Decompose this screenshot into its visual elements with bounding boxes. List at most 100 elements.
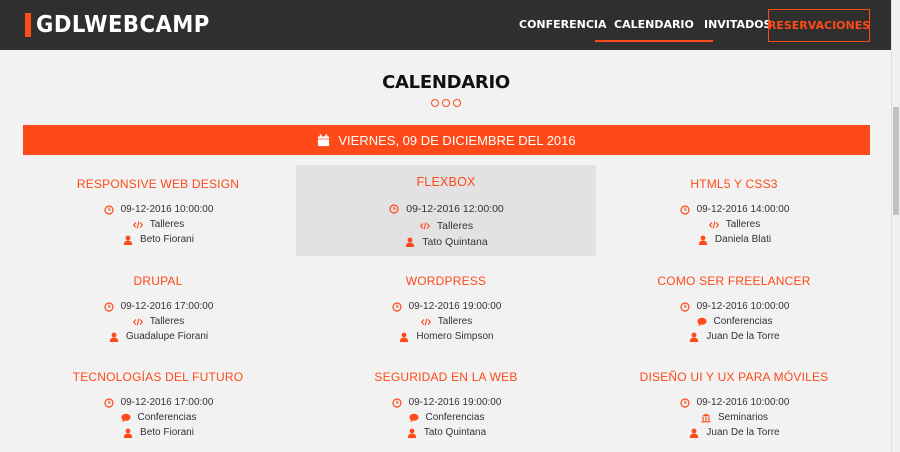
clock-icon — [103, 397, 115, 409]
event-time: 09-12-2016 10:00:00 — [584, 395, 884, 410]
user-icon — [122, 427, 134, 439]
nav-item-invitados[interactable]: INVITADOS — [704, 0, 771, 50]
event-speaker-name: Beto Fiorani — [140, 234, 194, 245]
event-category-label: Seminarios — [717, 412, 769, 423]
event-datetime: 09-12-2016 19:00:00 — [408, 397, 502, 408]
event-datetime: 09-12-2016 10:00:00 — [696, 397, 790, 408]
event-title[interactable]: COMO SER FREELANCER — [584, 274, 884, 288]
event-datetime: 09-12-2016 19:00:00 — [408, 301, 502, 312]
event-card[interactable]: DISEÑO UI Y UX PARA MÓVILES 09-12-2016 10… — [584, 370, 884, 440]
page-title: CALENDARIO — [382, 72, 510, 93]
event-card[interactable]: HTML5 Y CSS3 09-12-2016 14:00:00 Talleres D… — [584, 177, 884, 247]
university-icon — [700, 412, 712, 424]
event-speaker-name: Guadalupe Fiorani — [125, 331, 209, 342]
clock-icon — [679, 397, 691, 409]
event-speaker: Tato Quintana — [296, 234, 596, 250]
event-title[interactable]: TECNOLOGÍAS DEL FUTURO — [8, 370, 308, 384]
event-speaker-name: Beto Fiorani — [140, 427, 194, 438]
scrollbar[interactable] — [891, 0, 900, 452]
nav-item-calendario[interactable]: CALENDARIO — [595, 0, 713, 50]
event-time: 09-12-2016 10:00:00 — [8, 202, 308, 217]
event-card[interactable]: RESPONSIVE WEB DESIGN 09-12-2016 10:00:00… — [8, 177, 308, 247]
event-category: Talleres — [584, 217, 884, 232]
user-icon — [122, 234, 134, 246]
event-datetime: 09-12-2016 10:00:00 — [696, 301, 790, 312]
event-title[interactable]: FLEXBOX — [296, 175, 596, 189]
event-datetime: 09-12-2016 12:00:00 — [406, 203, 504, 215]
event-category: Conferencias — [296, 410, 596, 425]
event-time: 09-12-2016 19:00:00 — [296, 299, 596, 314]
circle-icon — [431, 99, 439, 107]
event-category: Talleres — [8, 314, 308, 329]
code-icon — [132, 316, 144, 328]
clock-icon — [388, 203, 400, 215]
event-time: 09-12-2016 14:00:00 — [584, 202, 884, 217]
reservaciones-button[interactable]: RESERVACIONES — [768, 9, 870, 42]
event-datetime: 09-12-2016 14:00:00 — [696, 204, 790, 215]
event-title[interactable]: DRUPAL — [8, 274, 308, 288]
nav-item-conferencia[interactable]: CONFERENCIA — [519, 0, 607, 50]
event-category-label: Talleres — [437, 316, 473, 327]
event-category-label: Talleres — [149, 219, 185, 230]
clock-icon — [679, 204, 691, 216]
event-speaker: Homero Simpson — [296, 329, 596, 344]
event-speaker-name: Juan De la Torre — [706, 331, 780, 342]
event-time: 09-12-2016 10:00:00 — [584, 299, 884, 314]
user-icon — [406, 427, 418, 439]
circle-icon — [442, 99, 450, 107]
event-speaker: Beto Fiorani — [8, 425, 308, 440]
clock-icon — [103, 204, 115, 216]
event-title[interactable]: RESPONSIVE WEB DESIGN — [8, 177, 308, 191]
event-category-label: Talleres — [436, 219, 474, 232]
user-icon — [398, 331, 410, 343]
event-card[interactable]: DRUPAL 09-12-2016 17:00:00 Talleres Guadalu… — [8, 274, 308, 344]
event-card[interactable]: WORDPRESS 09-12-2016 19:00:00 Talleres Home… — [296, 274, 596, 344]
event-card[interactable]: FLEXBOX 09-12-2016 12:00:00 Talleres Tato Q… — [296, 165, 596, 256]
comment-icon — [696, 316, 708, 328]
event-card[interactable]: COMO SER FREELANCER 09-12-2016 10:00:00 Co… — [584, 274, 884, 344]
user-icon — [108, 331, 120, 343]
event-category: Talleres — [296, 314, 596, 329]
event-speaker: Guadalupe Fiorani — [8, 329, 308, 344]
logo-text: GDLWEBCAMP — [36, 12, 210, 38]
event-title[interactable]: HTML5 Y CSS3 — [584, 177, 884, 191]
event-speaker-name: Daniela Blati — [714, 234, 772, 245]
event-card[interactable]: TECNOLOGÍAS DEL FUTURO 09-12-2016 17:00:0… — [8, 370, 308, 440]
user-icon — [697, 234, 709, 246]
comment-icon — [408, 412, 420, 424]
logo[interactable]: GDLWEBCAMP — [25, 12, 225, 38]
event-speaker: Beto Fiorani — [8, 232, 308, 247]
event-speaker-name: Homero Simpson — [416, 331, 494, 342]
code-icon — [132, 219, 144, 231]
user-icon — [404, 236, 416, 248]
event-category-label: Talleres — [725, 219, 761, 230]
event-speaker-name: Juan De la Torre — [706, 427, 780, 438]
code-icon — [420, 316, 432, 328]
event-datetime: 09-12-2016 10:00:00 — [120, 204, 214, 215]
clock-icon — [391, 301, 403, 313]
event-title[interactable]: SEGURIDAD EN LA WEB — [296, 370, 596, 384]
event-category: Conferencias — [584, 314, 884, 329]
event-speaker: Juan De la Torre — [584, 425, 884, 440]
event-card[interactable]: SEGURIDAD EN LA WEB 09-12-2016 19:00:00 Co… — [296, 370, 596, 440]
event-title[interactable]: DISEÑO UI Y UX PARA MÓVILES — [584, 370, 884, 384]
event-time: 09-12-2016 17:00:00 — [8, 395, 308, 410]
event-title[interactable]: WORDPRESS — [296, 274, 596, 288]
event-datetime: 09-12-2016 17:00:00 — [120, 301, 214, 312]
user-icon — [688, 427, 700, 439]
event-category: Conferencias — [8, 410, 308, 425]
scrollbar-thumb[interactable] — [893, 107, 899, 215]
event-speaker: Tato Quintana — [296, 425, 596, 440]
clock-icon — [391, 397, 403, 409]
event-category: Seminarios — [584, 410, 884, 425]
clock-icon — [679, 301, 691, 313]
event-category-label: Conferencias — [137, 412, 197, 423]
event-datetime: 09-12-2016 17:00:00 — [120, 397, 214, 408]
comment-icon — [120, 412, 132, 424]
event-time: 09-12-2016 17:00:00 — [8, 299, 308, 314]
event-speaker: Juan De la Torre — [584, 329, 884, 344]
event-speaker-name: Tato Quintana — [422, 236, 488, 248]
calendar-icon — [317, 133, 330, 147]
event-category-label: Talleres — [149, 316, 185, 327]
user-icon — [688, 331, 700, 343]
